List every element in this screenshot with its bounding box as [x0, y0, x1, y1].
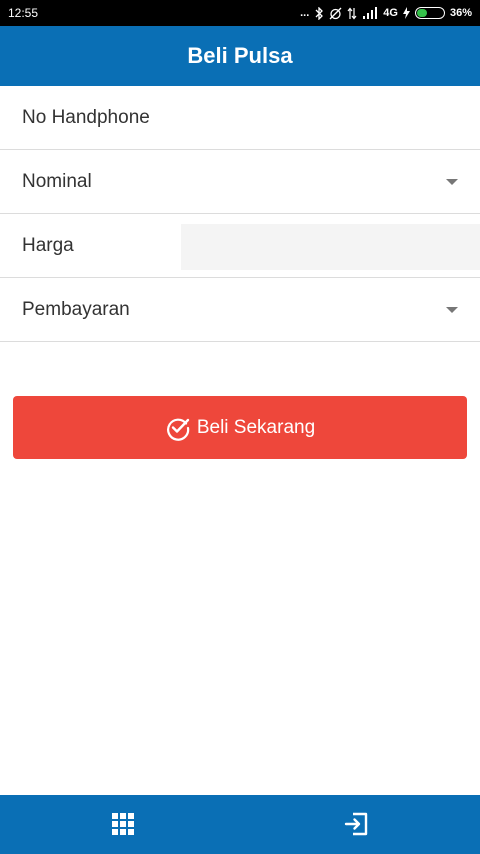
nominal-select[interactable]: Nominal	[0, 150, 480, 214]
battery-percent: 36%	[449, 7, 472, 19]
app-bar: Beli Pulsa	[0, 26, 480, 86]
status-icons: ... 4G 36%	[300, 6, 472, 20]
price-value-field	[181, 224, 480, 270]
bottom-nav	[0, 795, 480, 854]
chevron-down-icon	[446, 178, 458, 185]
buy-now-label: Beli Sekarang	[196, 416, 316, 438]
network-type: 4G	[383, 7, 398, 19]
charging-icon	[402, 7, 410, 19]
exit-icon	[344, 812, 368, 836]
nominal-label: Nominal	[22, 170, 92, 192]
bluetooth-icon	[315, 6, 324, 20]
payment-label: Pembayaran	[22, 298, 130, 320]
status-bar: 12:55 ... 4G 36%	[0, 0, 480, 26]
page-title: Beli Pulsa	[187, 43, 293, 68]
payment-select[interactable]: Pembayaran	[0, 278, 480, 342]
price-row: Harga	[0, 214, 480, 278]
grid-icon	[112, 813, 134, 835]
phone-number-field[interactable]: No Handphone	[0, 86, 480, 150]
data-transfer-icon	[347, 7, 357, 19]
chevron-down-icon	[446, 306, 458, 313]
check-circle-icon	[166, 418, 190, 441]
status-time: 12:55	[8, 6, 39, 20]
purchase-form: No Handphone Nominal Harga Pembayaran	[0, 86, 480, 342]
battery-fill	[416, 9, 428, 17]
logout-button[interactable]	[341, 809, 371, 839]
phone-number-label: No Handphone	[22, 106, 150, 128]
battery-icon	[414, 7, 445, 19]
more-dots: ...	[300, 7, 310, 19]
buy-now-button[interactable]: Beli Sekarang	[13, 396, 467, 459]
signal-icon	[363, 7, 378, 19]
price-label: Harga	[22, 234, 74, 256]
alarm-off-icon	[329, 7, 342, 19]
menu-grid-button[interactable]	[108, 809, 138, 839]
